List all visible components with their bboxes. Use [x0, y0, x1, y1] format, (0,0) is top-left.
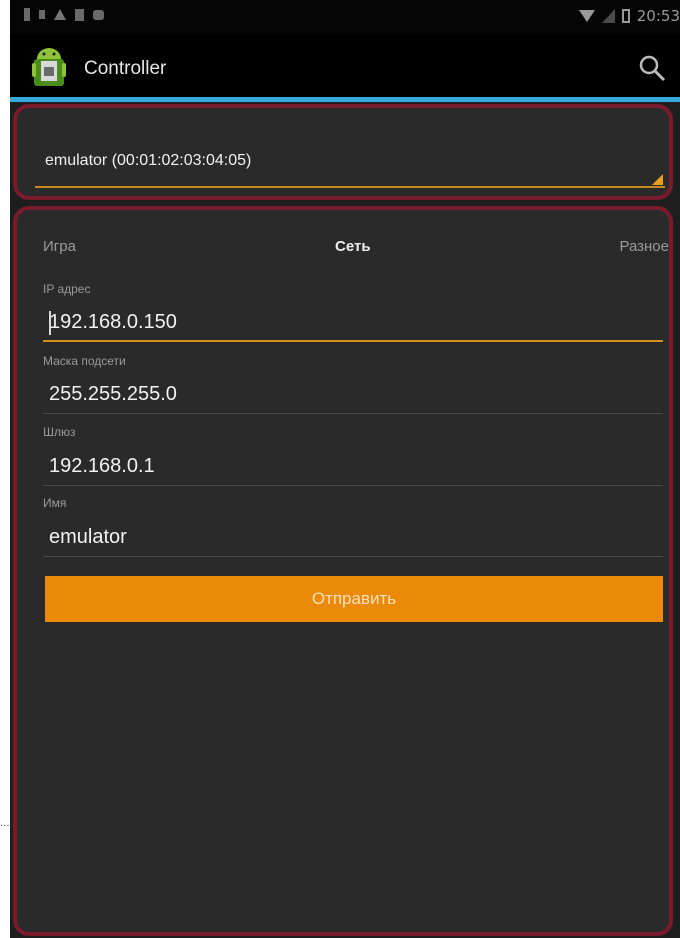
warning-icon: [54, 9, 66, 20]
signal-icon: [601, 9, 615, 23]
usb-icon: [24, 8, 30, 21]
mask-label: Маска подсети: [43, 354, 126, 368]
device-screen: 20:53 Controller emulator (00:01:02:03:0…: [10, 0, 680, 938]
notification-icon: [39, 10, 45, 19]
dropdown-arrow-icon: [652, 174, 663, 185]
spinner-underline: [35, 186, 665, 188]
name-label: Имя: [43, 496, 67, 510]
ip-address-input[interactable]: [43, 304, 663, 342]
device-selector-panel: emulator (00:01:02:03:04:05): [13, 104, 673, 200]
status-icons-right: 20:53: [578, 7, 680, 25]
tab-misc[interactable]: Разное: [619, 238, 669, 255]
device-name-input[interactable]: [43, 519, 663, 557]
sd-card-icon: [75, 8, 84, 21]
battery-icon: [621, 9, 630, 23]
device-spinner-value: emulator (00:01:02:03:04:05): [45, 152, 252, 169]
tab-game[interactable]: Игра: [43, 238, 76, 255]
gateway-label: Шлюз: [43, 425, 76, 439]
ip-label: IP адрес: [43, 282, 91, 296]
action-bar-divider: [10, 97, 680, 102]
network-settings-panel: Игра Сеть Разное IP адрес Маска подсети …: [13, 206, 673, 936]
tab-network[interactable]: Сеть: [335, 238, 371, 255]
edge-dots: ···: [0, 821, 10, 832]
app-title: Controller: [84, 58, 167, 79]
search-icon[interactable]: [638, 54, 666, 82]
status-icons-left: [24, 8, 104, 21]
download-icon: [93, 9, 104, 20]
gateway-input[interactable]: [43, 448, 663, 486]
android-icon[interactable]: [32, 46, 66, 88]
text-caret: [49, 311, 51, 335]
subnet-mask-input[interactable]: [43, 376, 663, 414]
wifi-icon: [578, 10, 595, 22]
status-bar: 20:53: [10, 0, 680, 34]
device-spinner[interactable]: emulator (00:01:02:03:04:05): [17, 108, 669, 196]
tab-bar: Игра Сеть Разное: [43, 238, 669, 262]
send-button[interactable]: Отправить: [45, 576, 663, 622]
action-bar: Controller: [10, 34, 680, 97]
status-time: 20:53: [636, 7, 680, 25]
